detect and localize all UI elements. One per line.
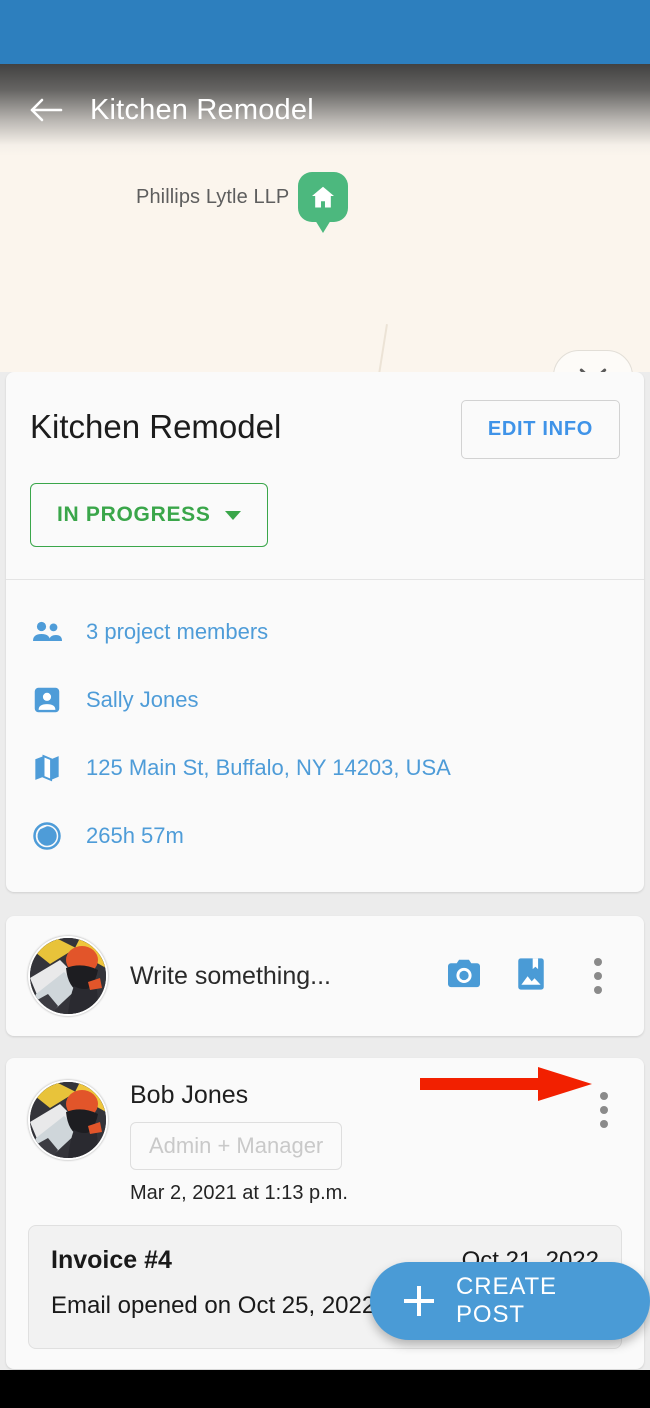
info-row-address[interactable]: 125 Main St, Buffalo, NY 14203, USA — [6, 734, 644, 802]
info-row-members-label: 3 project members — [86, 619, 269, 644]
post-author-block: Bob Jones Admin + Manager Mar 2, 2021 at… — [130, 1080, 586, 1205]
home-marker-icon[interactable] — [298, 172, 348, 233]
back-button[interactable] — [26, 89, 68, 131]
create-post-label: CREATE POST — [456, 1273, 557, 1328]
plus-icon — [404, 1286, 434, 1316]
post-composer[interactable]: Write something... — [6, 916, 644, 1036]
info-row-members[interactable]: 3 project members — [6, 598, 644, 666]
post-author-name: Bob Jones — [130, 1081, 249, 1109]
avatar — [28, 1080, 108, 1160]
clock-icon — [30, 819, 64, 853]
map-road — [367, 324, 388, 372]
info-row-time-label: 265h 57m — [86, 823, 184, 848]
project-title: Kitchen Remodel — [30, 408, 282, 445]
photo-album-icon[interactable] — [516, 957, 546, 996]
more-vertical-icon[interactable] — [586, 1086, 622, 1134]
post-timestamp: Mar 2, 2021 at 1:13 p.m. — [130, 1182, 348, 1204]
phone-screen: Phillips Lytle LLP Kitchen Remodel Kitch… — [0, 0, 650, 1408]
account-box-icon — [30, 683, 64, 717]
map-collapse-button[interactable] — [553, 350, 633, 372]
invoice-title: Invoice #4 — [51, 1246, 172, 1274]
caret-down-icon — [224, 510, 241, 520]
app-bar: Kitchen Remodel — [0, 64, 650, 156]
map-place-label: Phillips Lytle LLP — [136, 186, 290, 208]
arrow-back-icon — [30, 98, 63, 122]
info-row-manager[interactable]: Sally Jones — [6, 666, 644, 734]
avatar — [28, 936, 108, 1016]
page-title: Kitchen Remodel — [90, 93, 314, 126]
project-status-dropdown[interactable]: IN PROGRESS — [30, 483, 268, 547]
project-info-rows: 3 project members Sally Jones 125 Main S… — [6, 580, 644, 892]
map-icon — [30, 751, 64, 785]
create-post-button[interactable]: CREATE POST — [370, 1262, 650, 1340]
status-bar — [0, 0, 650, 64]
more-vertical-icon[interactable] — [580, 952, 616, 1000]
project-status-label: IN PROGRESS — [57, 503, 211, 526]
camera-icon[interactable] — [446, 958, 482, 995]
system-nav-bar — [0, 1370, 650, 1408]
project-info-header: Kitchen Remodel EDIT INFO IN PROGRESS — [6, 372, 644, 579]
composer-actions — [446, 952, 616, 1000]
project-info-card: Kitchen Remodel EDIT INFO IN PROGRESS 3 … — [6, 372, 644, 892]
info-row-manager-label: Sally Jones — [86, 687, 199, 712]
people-icon — [30, 615, 64, 649]
info-row-time[interactable]: 265h 57m — [6, 802, 644, 870]
info-row-address-label: 125 Main St, Buffalo, NY 14203, USA — [86, 755, 451, 780]
status-badge: Admin + Manager — [130, 1122, 343, 1170]
composer-input[interactable]: Write something... — [130, 962, 446, 991]
edit-info-button[interactable]: EDIT INFO — [460, 400, 620, 459]
post-header: Bob Jones Admin + Manager Mar 2, 2021 at… — [28, 1080, 622, 1205]
main-content: Kitchen Remodel EDIT INFO IN PROGRESS 3 … — [0, 372, 650, 1370]
